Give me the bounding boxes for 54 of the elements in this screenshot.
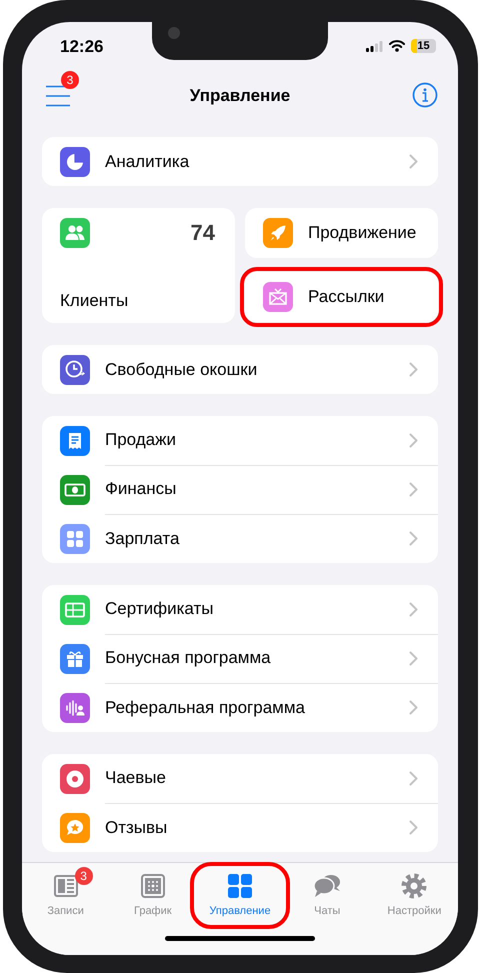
screen-title: Управление [190, 86, 290, 105]
banknote-icon [60, 474, 90, 504]
menu-item[interactable]: Продажи [42, 416, 438, 465]
chevron-icon [409, 700, 418, 715]
camera-dot [168, 27, 180, 39]
menu-item[interactable]: Аналитика [42, 137, 438, 186]
pie-chart-icon [60, 146, 90, 176]
info-button[interactable] [412, 82, 438, 108]
menu-tile[interactable]: Продвижение [245, 208, 438, 258]
chevron-icon [409, 154, 418, 169]
donut-icon [60, 764, 90, 794]
chevron-icon [409, 650, 418, 666]
menu-item[interactable]: Сертификаты [42, 585, 438, 634]
rocket-icon [263, 218, 293, 248]
menu-item[interactable]: Бонусная программа [42, 634, 438, 683]
chevron-icon [409, 820, 418, 835]
tile-label: Клиенты [60, 291, 130, 311]
clock-icon [60, 354, 90, 384]
signal-icon [366, 40, 383, 52]
menu-item[interactable]: Реферальная программа [42, 683, 438, 732]
chevron-icon [409, 432, 418, 448]
journal-icon [52, 873, 79, 899]
people-icon [60, 218, 90, 248]
menu-item[interactable]: Финансы [42, 465, 438, 514]
chevron-icon [409, 362, 418, 377]
notification-badge: 3 [61, 71, 79, 89]
client-count: 74 [190, 220, 215, 246]
chevron-icon [409, 770, 418, 786]
gear-icon [401, 873, 428, 899]
gift-icon [60, 644, 90, 674]
notification-badge: 3 [74, 867, 93, 885]
envelope-icon [263, 282, 293, 312]
calendar-grid-icon [140, 873, 166, 899]
battery-indicator: 15 [411, 39, 436, 53]
menu-item[interactable]: Чаевые [42, 754, 438, 803]
voice-person-icon [60, 692, 90, 722]
calculator-icon [60, 524, 90, 554]
chevron-icon [409, 482, 418, 496]
menu-item[interactable]: Свободные окошки [42, 345, 438, 394]
chat-bubbles-icon [314, 873, 340, 899]
tab[interactable]: Управление [198, 871, 281, 920]
chevron-icon [409, 602, 418, 616]
clients-tile[interactable]: 74 Клиенты [42, 208, 235, 323]
grid-icon [226, 873, 253, 899]
menu-button[interactable] [45, 83, 73, 107]
wifi-icon [389, 40, 405, 52]
star-bubble-icon [60, 812, 90, 842]
menu-item[interactable]: Отзывы [42, 803, 438, 852]
gift-card-icon [60, 594, 90, 624]
menu-item[interactable]: Зарплата [42, 514, 438, 563]
chevron-icon [409, 531, 418, 546]
receipt-icon [60, 426, 90, 456]
status-time: 12:26 [60, 36, 104, 57]
menu-tile[interactable]: Рассылки [245, 272, 438, 322]
